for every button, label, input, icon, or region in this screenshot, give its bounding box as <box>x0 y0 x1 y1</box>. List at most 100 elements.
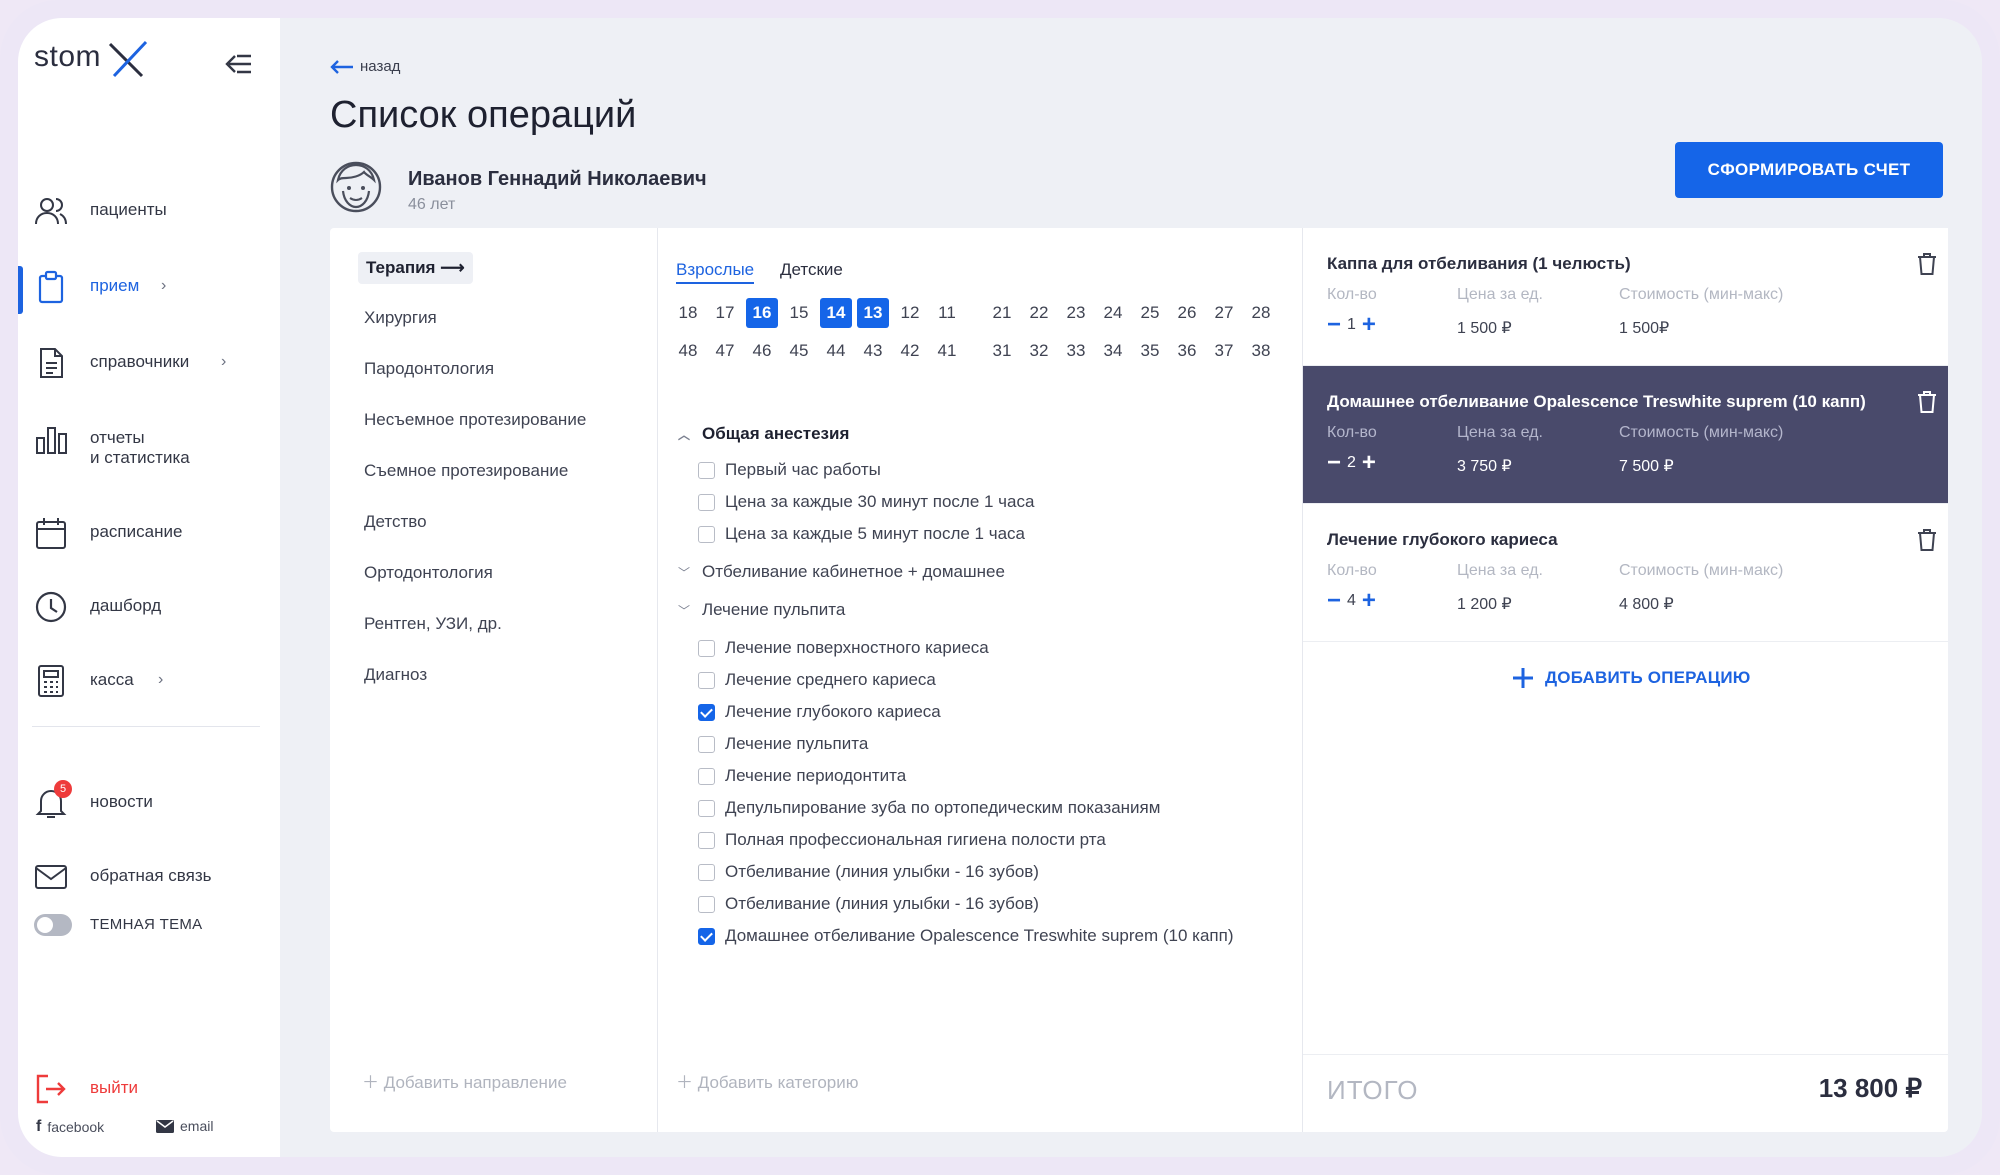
operation-item[interactable]: Цена за каждые 5 минут после 1 часа <box>698 524 1025 544</box>
checkbox[interactable] <box>698 639 715 657</box>
email-link[interactable]: email <box>156 1118 213 1134</box>
tooth-17[interactable]: 17 <box>709 298 741 328</box>
tooth-42[interactable]: 42 <box>894 336 926 366</box>
tooth-18[interactable]: 18 <box>672 298 704 328</box>
sidebar-item-directories[interactable]: справочники › <box>18 334 280 390</box>
checkbox[interactable] <box>698 799 715 817</box>
tooth-32[interactable]: 32 <box>1023 336 1055 366</box>
direction-item[interactable]: Пародонтология <box>364 359 494 379</box>
checkbox-checked[interactable] <box>698 927 715 945</box>
increment-button[interactable]: + <box>1362 589 1376 613</box>
tooth-31[interactable]: 31 <box>986 336 1018 366</box>
tooth-35[interactable]: 35 <box>1134 336 1166 366</box>
direction-item[interactable]: Съемное протезирование <box>364 461 568 481</box>
operation-item[interactable]: Домашнее отбеливание Opalescence Treswhi… <box>698 926 1234 946</box>
app-logo[interactable]: stom <box>34 40 148 78</box>
checkbox[interactable] <box>698 525 715 543</box>
logout-button[interactable]: выйти <box>18 1060 280 1116</box>
create-invoice-button[interactable]: СФОРМИРОВАТЬ СЧЕТ <box>1675 142 1943 198</box>
collapse-menu-icon[interactable] <box>223 48 255 80</box>
tooth-21[interactable]: 21 <box>986 298 1018 328</box>
tab-adults[interactable]: Взрослые <box>676 260 755 284</box>
add-direction-link[interactable]: ＋ Добавить направление <box>362 1068 567 1093</box>
trash-icon[interactable] <box>1917 252 1937 276</box>
direction-item[interactable]: Рентген, УЗИ, др. <box>364 614 502 634</box>
tooth-45[interactable]: 45 <box>783 336 815 366</box>
direction-item[interactable]: Диагноз <box>364 665 427 685</box>
tooth-24[interactable]: 24 <box>1097 298 1129 328</box>
sidebar-item-dashboard[interactable]: дашборд <box>18 578 280 634</box>
checkbox[interactable] <box>698 493 715 511</box>
group-whitening[interactable]: ﹀ Отбеливание кабинетное + домашнее <box>678 562 1005 582</box>
operation-item[interactable]: Отбеливание (линия улыбки - 16 зубов) <box>698 862 1039 882</box>
back-link[interactable]: назад <box>330 58 400 75</box>
operation-item[interactable]: Лечение поверхностного кариеса <box>698 638 989 658</box>
add-operation-button[interactable]: ДОБАВИТЬ ОПЕРАЦИЮ <box>1511 666 1750 690</box>
tooth-11[interactable]: 11 <box>931 298 963 328</box>
trash-icon[interactable] <box>1917 390 1937 414</box>
selected-operation-card-active[interactable]: Домашнее отбеливание Opalescence Treswhi… <box>1303 366 1948 504</box>
tooth-46[interactable]: 46 <box>746 336 778 366</box>
operation-item[interactable]: Лечение пульпита <box>698 734 868 754</box>
operation-item[interactable]: Цена за каждые 30 минут после 1 часа <box>698 492 1034 512</box>
decrement-button[interactable]: − <box>1327 589 1341 613</box>
tooth-15[interactable]: 15 <box>783 298 815 328</box>
operation-item[interactable]: Полная профессиональная гигиена полости … <box>698 830 1106 850</box>
tab-children[interactable]: Детские <box>780 260 843 280</box>
tooth-27[interactable]: 27 <box>1208 298 1240 328</box>
tooth-23[interactable]: 23 <box>1060 298 1092 328</box>
dark-theme-toggle[interactable] <box>34 914 72 936</box>
direction-item-therapy[interactable]: Терапия ⟶ <box>358 252 473 284</box>
tooth-25[interactable]: 25 <box>1134 298 1166 328</box>
sidebar-item-reception[interactable]: прием › <box>18 258 280 314</box>
tooth-38[interactable]: 38 <box>1245 336 1277 366</box>
checkbox[interactable] <box>698 831 715 849</box>
sidebar-item-schedule[interactable]: расписание <box>18 504 280 560</box>
tooth-33[interactable]: 33 <box>1060 336 1092 366</box>
direction-item[interactable]: Несъемное протезирование <box>364 410 586 430</box>
tooth-34[interactable]: 34 <box>1097 336 1129 366</box>
checkbox[interactable] <box>698 671 715 689</box>
tooth-14[interactable]: 14 <box>820 298 852 328</box>
operation-item[interactable]: Лечение среднего кариеса <box>698 670 936 690</box>
direction-item[interactable]: Детство <box>364 512 427 532</box>
group-general-anesthesia[interactable]: ︿ Общая анестезия <box>678 424 849 444</box>
trash-icon[interactable] <box>1917 528 1937 552</box>
tooth-41[interactable]: 41 <box>931 336 963 366</box>
group-pulpitis[interactable]: ﹀ Лечение пульпита <box>678 600 845 620</box>
operation-item[interactable]: Отбеливание (линия улыбки - 16 зубов) <box>698 894 1039 914</box>
tooth-16[interactable]: 16 <box>746 298 778 328</box>
tooth-22[interactable]: 22 <box>1023 298 1055 328</box>
checkbox[interactable] <box>698 863 715 881</box>
direction-item[interactable]: Хирургия <box>364 308 437 328</box>
increment-button[interactable]: + <box>1362 451 1376 475</box>
increment-button[interactable]: + <box>1362 313 1376 337</box>
checkbox[interactable] <box>698 767 715 785</box>
tooth-36[interactable]: 36 <box>1171 336 1203 366</box>
decrement-button[interactable]: − <box>1327 313 1341 337</box>
checkbox[interactable] <box>698 461 715 479</box>
tooth-13[interactable]: 13 <box>857 298 889 328</box>
tooth-28[interactable]: 28 <box>1245 298 1277 328</box>
decrement-button[interactable]: − <box>1327 451 1341 475</box>
sidebar-item-news[interactable]: 5 новости <box>18 774 280 830</box>
tooth-37[interactable]: 37 <box>1208 336 1240 366</box>
checkbox[interactable] <box>698 895 715 913</box>
tooth-47[interactable]: 47 <box>709 336 741 366</box>
sidebar-item-cashbox[interactable]: касса › <box>18 652 280 708</box>
selected-operation-card[interactable]: Лечение глубокого кариеса Кол-во Цена за… <box>1303 504 1948 642</box>
tooth-43[interactable]: 43 <box>857 336 889 366</box>
tooth-48[interactable]: 48 <box>672 336 704 366</box>
tooth-44[interactable]: 44 <box>820 336 852 366</box>
operation-item[interactable]: Лечение периодонтита <box>698 766 906 786</box>
direction-item[interactable]: Ортодонтология <box>364 563 493 583</box>
add-category-link[interactable]: ＋ Добавить категорию <box>676 1068 859 1093</box>
sidebar-item-reports[interactable]: отчеты и статистика <box>18 410 280 467</box>
operation-item[interactable]: Депульпирование зуба по ортопедическим п… <box>698 798 1160 818</box>
sidebar-item-patients[interactable]: пациенты <box>18 182 280 238</box>
operation-item[interactable]: Лечение глубокого кариеса <box>698 702 941 722</box>
operation-item[interactable]: Первый час работы <box>698 460 881 480</box>
checkbox-checked[interactable] <box>698 703 715 721</box>
facebook-link[interactable]: f facebook <box>36 1118 104 1136</box>
selected-operation-card[interactable]: Каппа для отбеливания (1 челюсть) Кол-во… <box>1303 228 1948 366</box>
